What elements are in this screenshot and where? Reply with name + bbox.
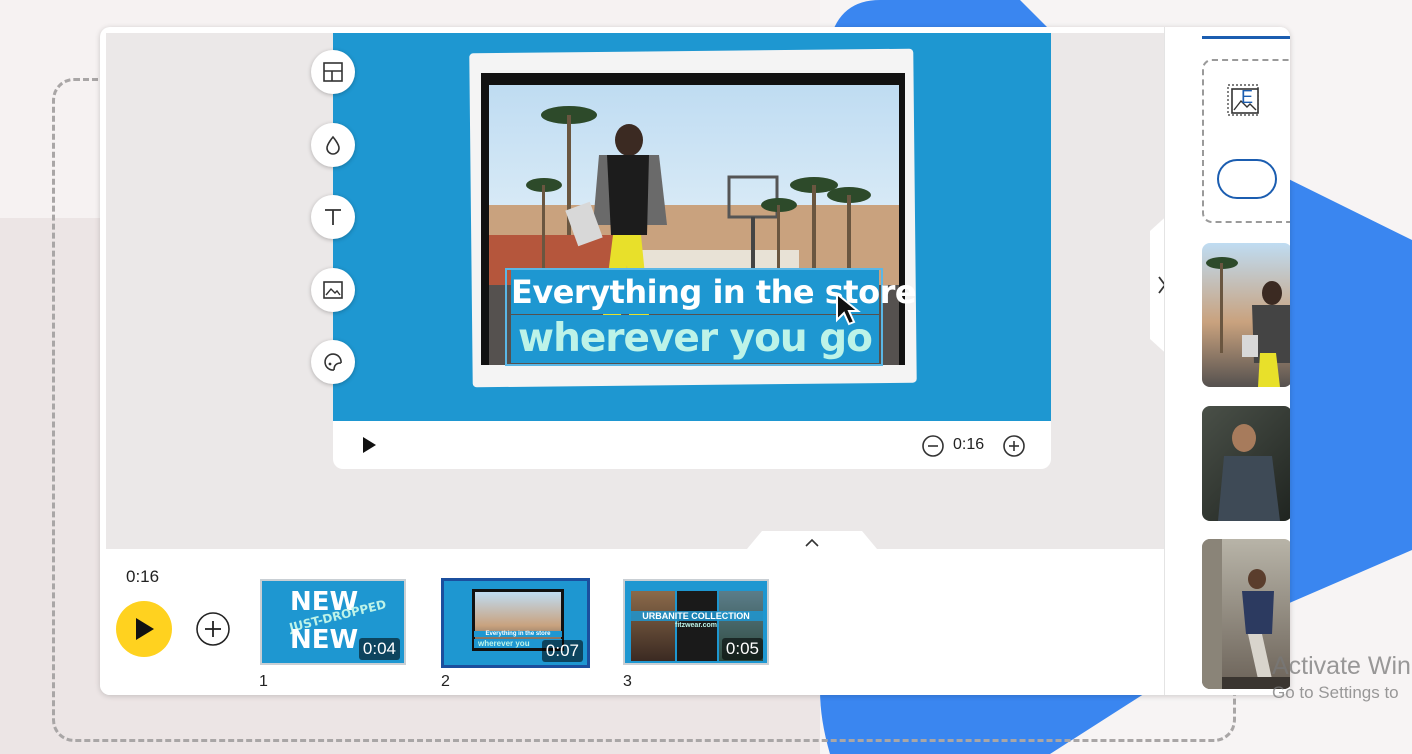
caption-line-1[interactable]: Everything in the store bbox=[511, 270, 917, 314]
image-icon bbox=[323, 281, 343, 299]
layout-tool-button[interactable] bbox=[311, 50, 355, 94]
color-tool-button[interactable] bbox=[311, 123, 355, 167]
play-all-button[interactable] bbox=[116, 601, 172, 657]
scene-thumbnail-2[interactable]: Everything in the store wherever you 0:0… bbox=[441, 578, 590, 668]
media-item-1[interactable] bbox=[1202, 243, 1290, 387]
sticker-icon bbox=[324, 353, 342, 371]
caption-line-2[interactable]: wherever you go bbox=[511, 315, 879, 363]
media-2-illustration bbox=[1218, 424, 1280, 521]
upload-label[interactable]: E bbox=[1241, 87, 1253, 108]
media-item-2[interactable] bbox=[1202, 406, 1290, 521]
scene-1-duration: 0:04 bbox=[358, 638, 400, 660]
play-icon bbox=[136, 618, 154, 640]
plus-circle-icon[interactable] bbox=[1002, 434, 1026, 458]
media-side-panel: E bbox=[1165, 27, 1290, 695]
scene-canvas[interactable]: Everything in the store wherever you go bbox=[333, 33, 1051, 421]
player-controls: 0:16 bbox=[333, 421, 1051, 469]
scene-3-number: 3 bbox=[623, 673, 632, 690]
scene-1-text-c: NEW bbox=[290, 625, 359, 655]
timeline-total-time: 0:16 bbox=[126, 567, 160, 586]
scene-thumbnail-3[interactable]: URBANITE COLLECTION fitzwear.com 0:05 bbox=[623, 579, 769, 665]
play-icon[interactable] bbox=[359, 435, 379, 455]
scene-2-number: 2 bbox=[441, 673, 450, 690]
add-scene-icon[interactable] bbox=[195, 611, 231, 647]
timeline: 0:16 NEW JUST-DROPPED NEW 0:04 1 Everyth… bbox=[100, 549, 1164, 695]
windows-activation-watermark: Activate Win Go to Settings to bbox=[1272, 652, 1411, 703]
text-tool-button[interactable] bbox=[311, 195, 355, 239]
scene-duration: 0:16 bbox=[953, 436, 985, 453]
scene-3-text-b: fitzwear.com bbox=[674, 622, 717, 629]
video-editor-window: Everything in the store wherever you go … bbox=[100, 27, 1290, 695]
scene-3-duration: 0:05 bbox=[721, 638, 763, 660]
scene-2-duration: 0:07 bbox=[541, 640, 583, 662]
scene-thumbnail-1[interactable]: NEW JUST-DROPPED NEW 0:04 bbox=[260, 579, 406, 665]
media-1-illustration bbox=[1206, 257, 1290, 387]
upload-button[interactable] bbox=[1217, 159, 1277, 199]
scene-1-number: 1 bbox=[259, 673, 268, 690]
scene-3-text-a: URBANITE COLLECTION bbox=[625, 611, 767, 621]
watermark-line-1: Activate Win bbox=[1272, 652, 1411, 680]
image-tool-button[interactable] bbox=[311, 268, 355, 312]
scene-2-text-a: Everything in the store bbox=[474, 631, 562, 637]
active-tab-indicator bbox=[1202, 36, 1290, 39]
mouse-cursor-icon bbox=[836, 292, 861, 326]
minus-circle-icon[interactable] bbox=[921, 434, 945, 458]
layout-icon bbox=[323, 62, 343, 82]
text-icon bbox=[325, 209, 341, 225]
sticker-tool-button[interactable] bbox=[311, 340, 355, 384]
watermark-line-2: Go to Settings to bbox=[1272, 683, 1399, 702]
editor-stage: Everything in the store wherever you go … bbox=[106, 33, 1172, 575]
color-drop-icon bbox=[326, 135, 340, 155]
